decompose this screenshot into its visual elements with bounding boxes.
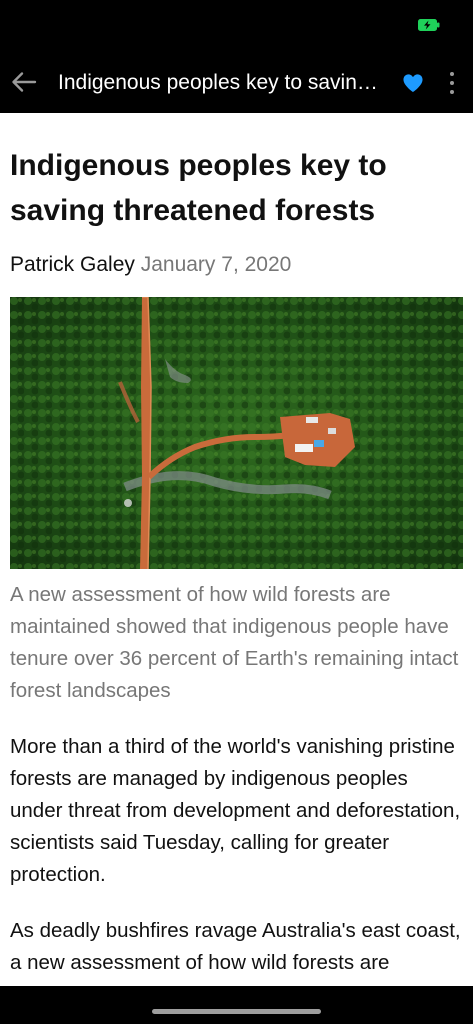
article-date: January 7, 2020 — [140, 253, 292, 276]
favorite-button[interactable] — [397, 68, 429, 98]
more-vertical-icon — [450, 72, 454, 76]
article-content[interactable]: Indigenous peoples key to saving threate… — [0, 113, 473, 986]
article-byline: Patrick Galey January 7, 2020 — [10, 251, 463, 279]
heart-icon — [403, 74, 423, 93]
back-button[interactable] — [4, 60, 44, 104]
image-caption: A new assessment of how wild forests are… — [10, 583, 459, 702]
article-headline: Indigenous peoples key to saving threate… — [10, 149, 387, 227]
app-bar: Indigenous peoples key to saving threate… — [0, 50, 473, 113]
article-paragraph-text: As deadly bushfires ravage Australia's e… — [10, 919, 461, 986]
navigation-bar — [0, 986, 473, 1024]
battery-charging-icon — [418, 19, 440, 31]
more-options-button[interactable] — [437, 64, 467, 102]
article-hero-image[interactable] — [10, 297, 463, 569]
app-bar-title: Indigenous peoples key to saving threate… — [58, 71, 388, 94]
back-arrow-icon — [12, 72, 37, 92]
status-bar — [0, 0, 473, 50]
article-paragraph: More than a third of the world's vanishi… — [10, 735, 461, 886]
more-vertical-icon-dot — [450, 81, 454, 85]
article-author: Patrick Galey — [10, 253, 135, 276]
more-vertical-icon-dot — [450, 90, 454, 94]
screen: Indigenous peoples key to saving threate… — [0, 0, 473, 1024]
home-indicator[interactable] — [152, 1009, 321, 1014]
article-paragraph: As deadly bushfires ravage Australia's e… — [10, 915, 463, 986]
